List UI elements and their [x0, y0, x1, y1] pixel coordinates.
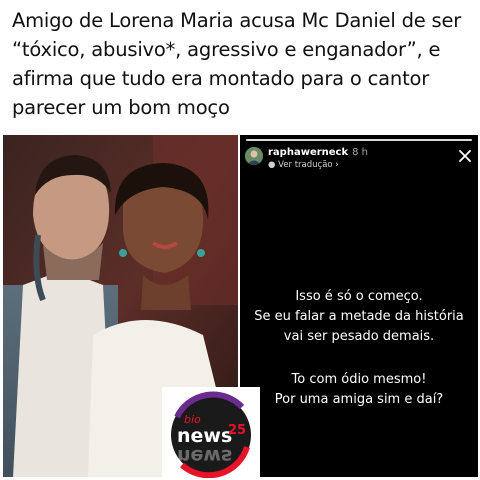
- story-line: vai ser pesado demais.: [283, 329, 435, 344]
- story-time: 8 h: [352, 147, 369, 158]
- story-progress-fill: [246, 139, 472, 141]
- story-line: Isso é só o começo.: [295, 289, 423, 304]
- username-text[interactable]: raphawerneck: [268, 147, 348, 158]
- chevron-right-icon: ›: [332, 160, 339, 170]
- svg-text:news: news: [177, 445, 232, 467]
- story-line: Se eu falar a metade da história: [254, 309, 464, 324]
- bionews-logo: bio news 25 news: [162, 387, 260, 479]
- story-username[interactable]: raphawerneck 8 h: [268, 147, 368, 158]
- headline: Amigo de Lorena Maria acusa Mc Daniel de…: [12, 9, 462, 119]
- story-line: To com ódio mesmo!: [291, 372, 427, 387]
- bionews-logo-graphic: bio news 25 news: [171, 391, 251, 479]
- close-icon[interactable]: [458, 149, 472, 163]
- instagram-story: raphawerneck 8 h ● Ver tradução › Isso é …: [240, 135, 478, 477]
- svg-text:news: news: [177, 425, 232, 447]
- translate-globe-icon: ●: [268, 160, 279, 170]
- story-progress-bar: [246, 139, 472, 141]
- translate-link[interactable]: ● Ver tradução ›: [268, 160, 339, 170]
- story-text-paragraph-2: To com ódio mesmo! Por uma amiga sim e d…: [240, 370, 478, 410]
- translate-label[interactable]: Ver tradução: [278, 160, 332, 170]
- avatar[interactable]: [245, 147, 263, 165]
- story-line: Por uma amiga sim e daí?: [274, 392, 444, 407]
- svg-text:25: 25: [228, 423, 246, 438]
- story-text-paragraph-1: Isso é só o começo. Se eu falar a metade…: [240, 287, 478, 347]
